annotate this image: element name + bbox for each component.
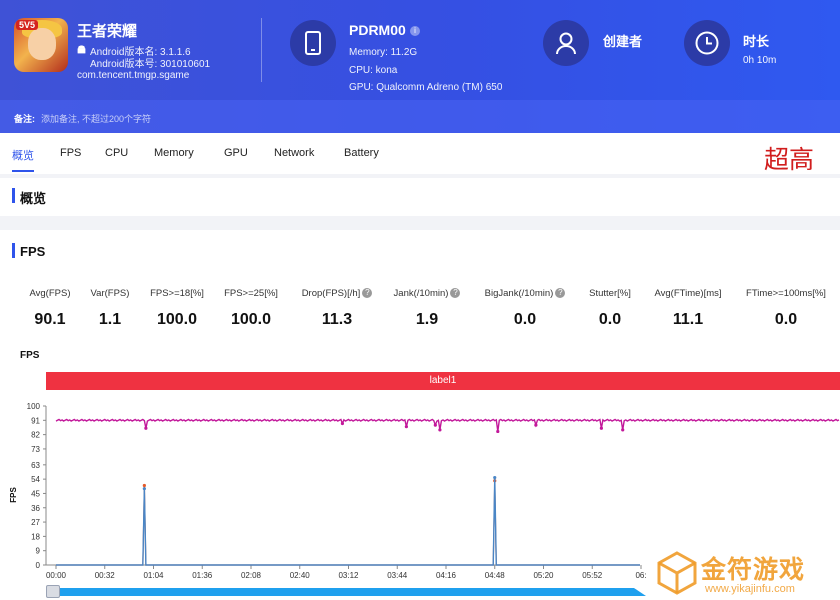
timeline-scrollbar[interactable] — [46, 588, 646, 596]
x-tick-label: 02:40 — [290, 571, 311, 580]
tab-fps[interactable]: FPS — [60, 147, 81, 159]
y-tick-label: 54 — [31, 475, 40, 484]
fps-dip-point — [404, 425, 408, 429]
app-badge: 5V5 — [16, 20, 39, 30]
y-tick-label: 18 — [31, 532, 40, 541]
y-tick-label: 0 — [36, 561, 41, 570]
y-tick-label: 91 — [31, 416, 40, 425]
package-name: com.tencent.tmgp.sgame — [77, 70, 190, 81]
stat-label: Jank(/10min)? — [377, 288, 477, 299]
notes-bar: 备注: 添加备注, 不超过200个字符 — [0, 100, 840, 133]
y-tick-label: 63 — [31, 461, 40, 470]
stat-value: 100.0 — [230, 311, 272, 328]
tab-memory[interactable]: Memory — [154, 147, 194, 159]
stat-value: 0.0 — [774, 311, 798, 328]
duration-label: 时长 — [743, 34, 770, 49]
watermark-text: 金符游戏 — [701, 556, 806, 584]
watermark-cube-icon — [657, 551, 697, 595]
x-tick-label: 04:16 — [436, 571, 457, 580]
app-name: 王者荣耀 — [77, 23, 138, 40]
phone-icon — [290, 20, 336, 66]
stat-label: FTime>=100ms[%] — [746, 288, 826, 299]
app-header: 5V5 王者荣耀 Android版本名: 3.1.1.6 Android版本号:… — [0, 0, 840, 133]
section-marker — [12, 243, 15, 258]
y-axis-label: FPS — [9, 487, 18, 503]
label-band[interactable]: label1 — [46, 372, 840, 390]
fps-dip-point — [621, 428, 625, 432]
spike-point — [142, 483, 146, 488]
tab-gpu[interactable]: GPU — [224, 147, 248, 159]
fps-dip-point — [534, 423, 538, 427]
fps-dip-point — [144, 426, 148, 430]
notes-label: 备注: — [14, 114, 35, 124]
jank-series-line — [56, 477, 640, 566]
fps-series-line — [55, 418, 840, 432]
stat-value: 11.3 — [321, 311, 353, 328]
help-icon[interactable]: ? — [450, 288, 461, 299]
spike-point — [142, 487, 146, 491]
stat-label: FPS>=25[%] — [224, 288, 278, 299]
y-tick-label: 100 — [27, 402, 41, 411]
duration-value: 0h 10m — [743, 55, 777, 66]
y-tick-label: 9 — [36, 547, 41, 556]
fps-title: FPS — [20, 244, 46, 259]
spike-point — [493, 475, 497, 480]
fps-dip-point — [438, 428, 442, 432]
overview-section: 概览 — [0, 178, 840, 216]
active-tab-indicator — [12, 170, 34, 172]
stat-value: 1.9 — [415, 311, 439, 328]
x-tick-label: 03:12 — [338, 571, 359, 580]
tab-overview[interactable]: 概览 — [12, 147, 34, 163]
scrollbar-handle[interactable] — [46, 585, 60, 598]
watermark: 金符游戏 www.yikajinfu.com — [655, 547, 840, 600]
x-tick-label: 01:04 — [143, 571, 164, 580]
device-name: PDRM00 — [349, 22, 406, 38]
chart-title: FPS — [20, 350, 40, 361]
tab-battery[interactable]: Battery — [344, 147, 379, 159]
device-cpu: CPU: kona — [349, 65, 398, 76]
fps-dip-point — [433, 423, 437, 427]
header-divider — [261, 18, 262, 82]
y-tick-label: 27 — [31, 518, 40, 527]
x-tick-label: 02:08 — [241, 571, 262, 580]
x-tick-label: 03:44 — [387, 571, 408, 580]
info-icon[interactable]: i — [410, 26, 420, 36]
section-marker — [12, 188, 15, 203]
app-icon: 5V5 — [14, 18, 68, 72]
y-tick-label: 45 — [31, 489, 40, 498]
stat-value: 11.1 — [672, 311, 704, 328]
y-tick-label: 36 — [31, 504, 40, 513]
fps-dip-point — [340, 421, 345, 426]
user-icon — [543, 20, 589, 66]
y-tick-label: 82 — [31, 431, 40, 440]
notes-input[interactable]: 添加备注, 不超过200个字符 — [41, 112, 151, 125]
x-tick-label: 00:00 — [46, 571, 67, 580]
y-tick-label: 73 — [31, 445, 40, 454]
device-gpu: GPU: Qualcomm Adreno (TM) 650 — [349, 82, 503, 93]
x-tick-label: 04:48 — [485, 571, 506, 580]
tab-network[interactable]: Network — [274, 147, 314, 159]
clock-icon — [684, 20, 730, 66]
overview-title: 概览 — [20, 191, 47, 206]
tab-bar: 概览 FPS CPU Memory GPU Network Battery — [0, 133, 840, 174]
x-tick-label: 01:36 — [192, 571, 213, 580]
watermark-url: www.yikajinfu.com — [705, 583, 795, 595]
x-tick-label: 06: — [635, 571, 646, 580]
fps-dip-point — [496, 429, 500, 434]
quality-annotation: 超高 — [764, 145, 815, 174]
x-tick-label: 00:32 — [95, 571, 116, 580]
stat-label: Drop(FPS)[/h]? — [287, 288, 387, 299]
android-icon — [77, 45, 86, 54]
stat-label: Avg(FTime)[ms] — [654, 288, 722, 299]
x-tick-label: 05:52 — [582, 571, 603, 580]
android-version-code: Android版本号: 301010601 — [90, 59, 211, 70]
creator-label: 创建者 — [603, 34, 643, 49]
device-memory: Memory: 11.2G — [349, 47, 418, 58]
x-tick-label: 05:20 — [533, 571, 554, 580]
help-icon[interactable]: ? — [362, 288, 373, 299]
fps-dip-point — [599, 426, 603, 430]
tab-cpu[interactable]: CPU — [105, 147, 128, 159]
